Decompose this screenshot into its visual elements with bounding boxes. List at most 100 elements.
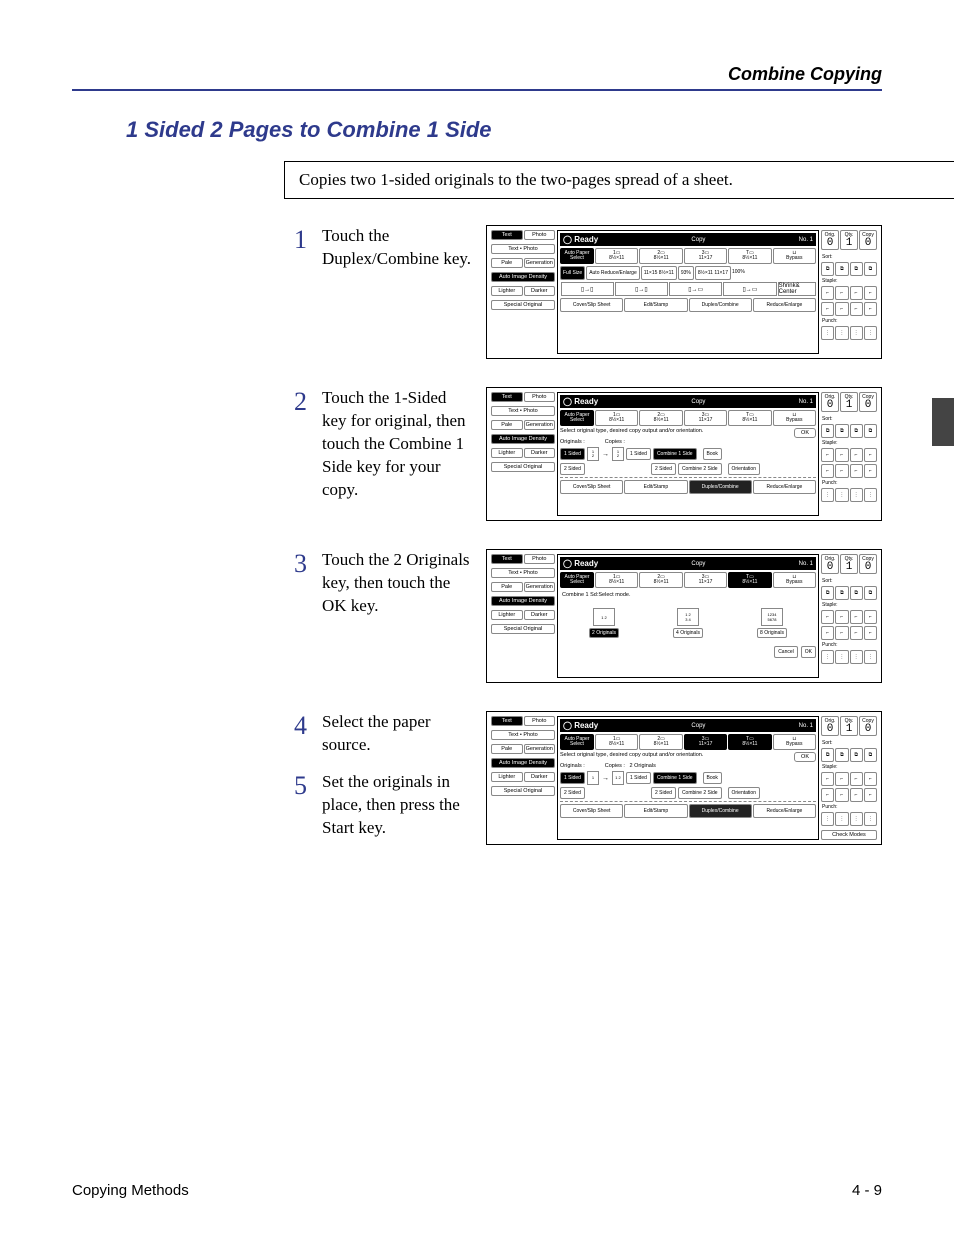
special-original[interactable]: Special Original	[491, 786, 555, 796]
two-sided-copy[interactable]: 2 Sided	[651, 787, 676, 799]
tab-text[interactable]: Text	[491, 716, 523, 726]
tab-text-photo[interactable]: Text • Photo	[491, 730, 555, 740]
duplex-combine[interactable]: Duplex/Combine	[689, 298, 752, 312]
tab-pale[interactable]: Pale	[491, 258, 523, 268]
tray-4[interactable]: T▭8½×11	[728, 734, 771, 750]
staple-icon[interactable]: ⌐	[835, 286, 848, 300]
sort-icon[interactable]: ⧉	[835, 586, 848, 600]
tab-photo[interactable]: Photo	[524, 230, 556, 240]
sort-icon[interactable]: ⧉	[835, 262, 848, 276]
stack-icon[interactable]: ⧉	[864, 424, 877, 438]
staple-icon[interactable]: ⌐	[864, 788, 877, 802]
tray-1[interactable]: 1▭8½×11	[595, 734, 638, 750]
tab-text[interactable]: Text	[491, 392, 523, 402]
punch-icon[interactable]: ⋮	[821, 812, 834, 826]
stack-icon[interactable]: ⧉	[850, 262, 863, 276]
check-modes-button[interactable]: Check Modes	[821, 830, 877, 840]
staple-icon[interactable]: ⌐	[864, 610, 877, 624]
stack-icon[interactable]: ⧉	[864, 748, 877, 762]
tab-pale[interactable]: Pale	[491, 744, 523, 754]
combine-2-side[interactable]: Combine 2 Side	[678, 463, 722, 475]
punch-icon[interactable]: ⋮	[835, 812, 848, 826]
staple-icon[interactable]: ⌐	[850, 448, 863, 462]
staple-icon[interactable]: ⌐	[821, 626, 834, 640]
stack-icon[interactable]: ⧉	[864, 586, 877, 600]
staple-icon[interactable]: ⌐	[835, 772, 848, 786]
tray-1[interactable]: 1▭8½×11	[595, 572, 638, 588]
reduce-enlarge[interactable]: Reduce/Enlarge	[753, 480, 816, 494]
darker-button[interactable]: Darker	[524, 286, 556, 296]
full-size[interactable]: Full Size	[560, 266, 585, 280]
auto-paper-select[interactable]: Auto Paper Select	[560, 734, 594, 750]
cancel-button[interactable]: Cancel	[774, 646, 798, 658]
staple-icon[interactable]: ⌐	[850, 610, 863, 624]
tray-2[interactable]: 2▭8½×11	[639, 248, 682, 264]
auto-paper-select[interactable]: Auto Paper Select	[560, 572, 594, 588]
staple-icon[interactable]: ⌐	[835, 610, 848, 624]
staple-icon[interactable]: ⌐	[835, 788, 848, 802]
punch-icon[interactable]: ⋮	[850, 812, 863, 826]
tray-3[interactable]: 3▭11×17	[684, 248, 727, 264]
staple-icon[interactable]: ⌐	[864, 286, 877, 300]
staple-icon[interactable]: ⌐	[835, 464, 848, 478]
bypass-tray[interactable]: ⊔Bypass	[773, 248, 816, 264]
one-sided-original[interactable]: 1 Sided	[560, 772, 585, 784]
ok-button[interactable]: OK	[794, 428, 816, 438]
tray-1[interactable]: 1▭8½×11	[595, 410, 638, 426]
combine-2-side[interactable]: Combine 2 Side	[678, 787, 722, 799]
auto-reduce-enlarge[interactable]: Auto Reduce/Enlarge	[586, 266, 640, 280]
reduce-enlarge[interactable]: Reduce/Enlarge	[753, 804, 816, 818]
two-originals-button[interactable]: 2 Originals	[589, 628, 619, 638]
edit-stamp[interactable]: Edit/Stamp	[624, 480, 687, 494]
staple-icon[interactable]: ⌐	[864, 302, 877, 316]
tray-2[interactable]: 2▭8½×11	[639, 572, 682, 588]
eight-originals-button[interactable]: 8 Originals	[757, 628, 787, 638]
tab-pale[interactable]: Pale	[491, 420, 523, 430]
punch-icon[interactable]: ⋮	[850, 488, 863, 502]
orientation-button[interactable]: Orientation	[728, 463, 760, 475]
preset-ratio-b[interactable]: 8½×11 11×17	[695, 266, 731, 280]
staple-icon[interactable]: ⌐	[821, 772, 834, 786]
dup-icon[interactable]: ▯→▭	[723, 282, 776, 296]
staple-icon[interactable]: ⌐	[850, 464, 863, 478]
book-button[interactable]: Book	[703, 448, 722, 460]
dup-icon[interactable]: ▯→▭	[669, 282, 722, 296]
preset-ratio-a[interactable]: 11×15 8½×11	[641, 266, 677, 280]
tray-4[interactable]: T▭8½×11	[728, 410, 771, 426]
orientation-button[interactable]: Orientation	[728, 787, 760, 799]
tray-3[interactable]: 3▭11×17	[684, 734, 727, 750]
punch-icon[interactable]: ⋮	[821, 326, 834, 340]
punch-icon[interactable]: ⋮	[850, 326, 863, 340]
sort-icon[interactable]: ⧉	[821, 748, 834, 762]
dup-icon[interactable]: ▯→▯	[561, 282, 614, 296]
staple-icon[interactable]: ⌐	[864, 772, 877, 786]
punch-icon[interactable]: ⋮	[835, 488, 848, 502]
edit-stamp[interactable]: Edit/Stamp	[624, 298, 687, 312]
punch-icon[interactable]: ⋮	[835, 650, 848, 664]
two-sided-original[interactable]: 2 Sided	[560, 787, 585, 799]
reduce-enlarge[interactable]: Reduce/Enlarge	[753, 298, 816, 312]
one-sided-original[interactable]: 1 Sided	[560, 448, 585, 460]
darker-button[interactable]: Darker	[524, 448, 556, 458]
cover-slip-sheet[interactable]: Cover/Slip Sheet	[560, 480, 623, 494]
staple-icon[interactable]: ⌐	[835, 626, 848, 640]
book-button[interactable]: Book	[703, 772, 722, 784]
punch-icon[interactable]: ⋮	[864, 650, 877, 664]
auto-image-density[interactable]: Auto Image Density	[491, 758, 555, 768]
staple-icon[interactable]: ⌐	[850, 626, 863, 640]
tray-1[interactable]: 1▭8½×11	[595, 248, 638, 264]
special-original[interactable]: Special Original	[491, 624, 555, 634]
sort-icon[interactable]: ⧉	[821, 262, 834, 276]
auto-image-density[interactable]: Auto Image Density	[491, 596, 555, 606]
ok-button[interactable]: OK	[801, 646, 816, 658]
staple-icon[interactable]: ⌐	[821, 448, 834, 462]
staple-icon[interactable]: ⌐	[821, 610, 834, 624]
staple-icon[interactable]: ⌐	[864, 464, 877, 478]
lighter-button[interactable]: Lighter	[491, 772, 523, 782]
tray-3[interactable]: 3▭11×17	[684, 410, 727, 426]
staple-icon[interactable]: ⌐	[864, 626, 877, 640]
punch-icon[interactable]: ⋮	[864, 812, 877, 826]
tray-3[interactable]: 3▭11×17	[684, 572, 727, 588]
tab-text[interactable]: Text	[491, 230, 523, 240]
combine-1-side[interactable]: Combine 1 Side	[653, 772, 697, 784]
